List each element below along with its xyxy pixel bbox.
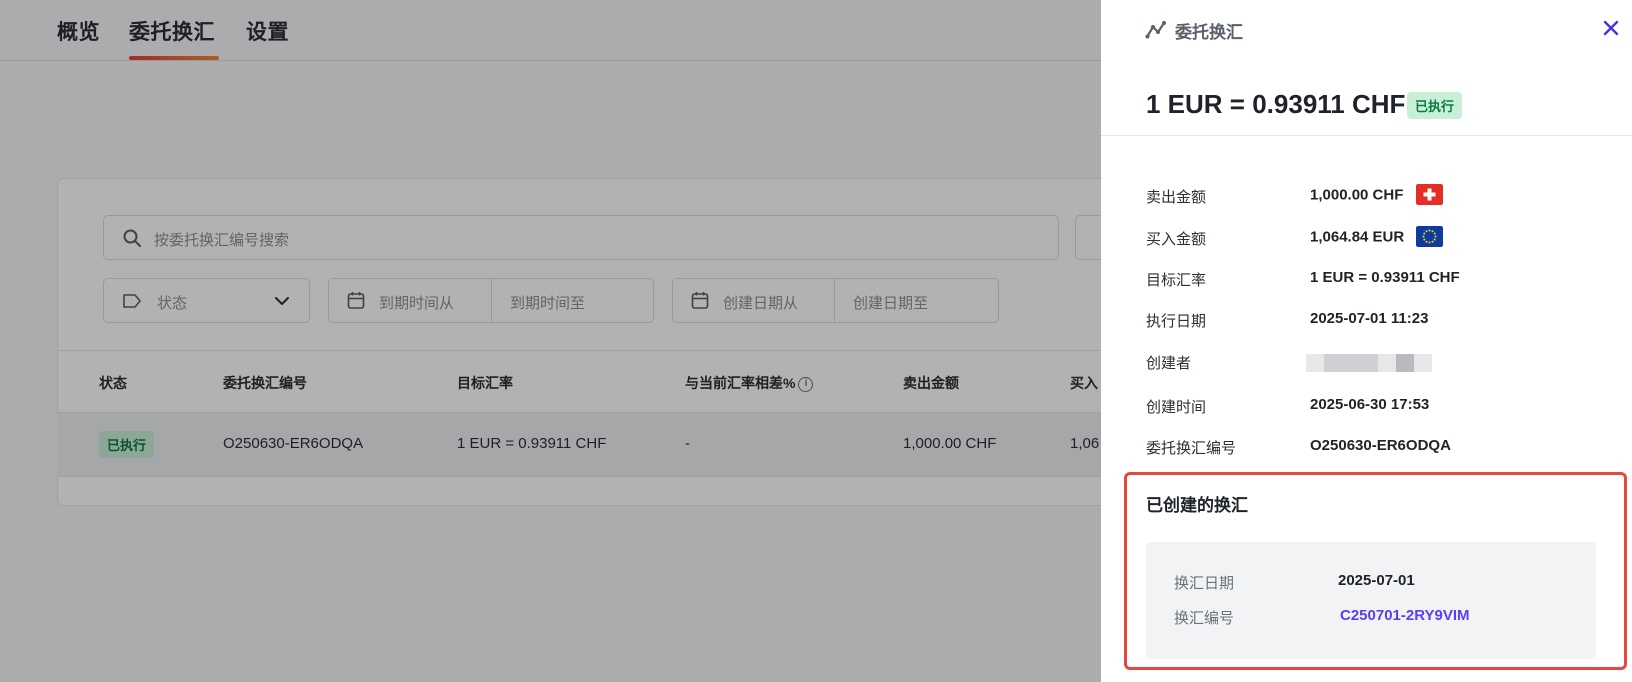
conversion-date-value: 2025-07-01 [1338,572,1415,589]
drawer-title: 委托换汇 [1175,23,1243,42]
target-rate-label: 目标汇率 [1146,272,1207,289]
created-time-label: 创建时间 [1146,399,1207,416]
execution-date-value: 2025-07-01 11:23 [1310,310,1429,327]
redacted-creator [1306,354,1432,372]
buy-amount-text: 1,064.84 EUR [1310,228,1405,246]
order-no-value: O250630-ER6ODQA [1310,437,1451,454]
close-icon[interactable] [1602,19,1620,37]
status-badge: 已执行 [1407,92,1463,119]
ch-flag-icon [1415,184,1443,205]
creator-label: 创建者 [1146,355,1192,372]
order-detail-drawer: 委托换汇 1 EUR = 0.93911 CHF 已执行 卖出金额 1,000.… [1101,0,1632,682]
sell-amount-value: 1,000.00 CHF [1310,184,1443,206]
conversion-id-link[interactable]: C250701-2RY9VIM [1340,607,1470,624]
modal-backdrop[interactable] [0,0,1101,682]
order-no-label: 委托换汇编号 [1146,440,1237,457]
header-divider [1101,135,1632,136]
conversion-date-label: 换汇日期 [1174,575,1235,592]
eu-flag-icon [1416,226,1444,247]
created-conversions-title: 已创建的换汇 [1146,496,1248,515]
drawer-rate-heading: 1 EUR = 0.93911 CHF [1146,89,1406,119]
target-rate-value: 1 EUR = 0.93911 CHF [1310,269,1460,286]
buy-amount-value: 1,064.84 EUR [1310,226,1444,248]
conversion-card: 换汇日期 2025-07-01 换汇编号 C250701-2RY9VIM [1146,542,1596,659]
conversion-id-label: 换汇编号 [1174,610,1235,627]
trend-line-icon [1145,21,1166,39]
sell-amount-text: 1,000.00 CHF [1310,186,1404,204]
buy-amount-label: 买入金额 [1146,231,1207,248]
sell-amount-label: 卖出金额 [1146,189,1207,206]
execution-date-label: 执行日期 [1146,313,1207,330]
created-time-value: 2025-06-30 17:53 [1310,396,1430,413]
